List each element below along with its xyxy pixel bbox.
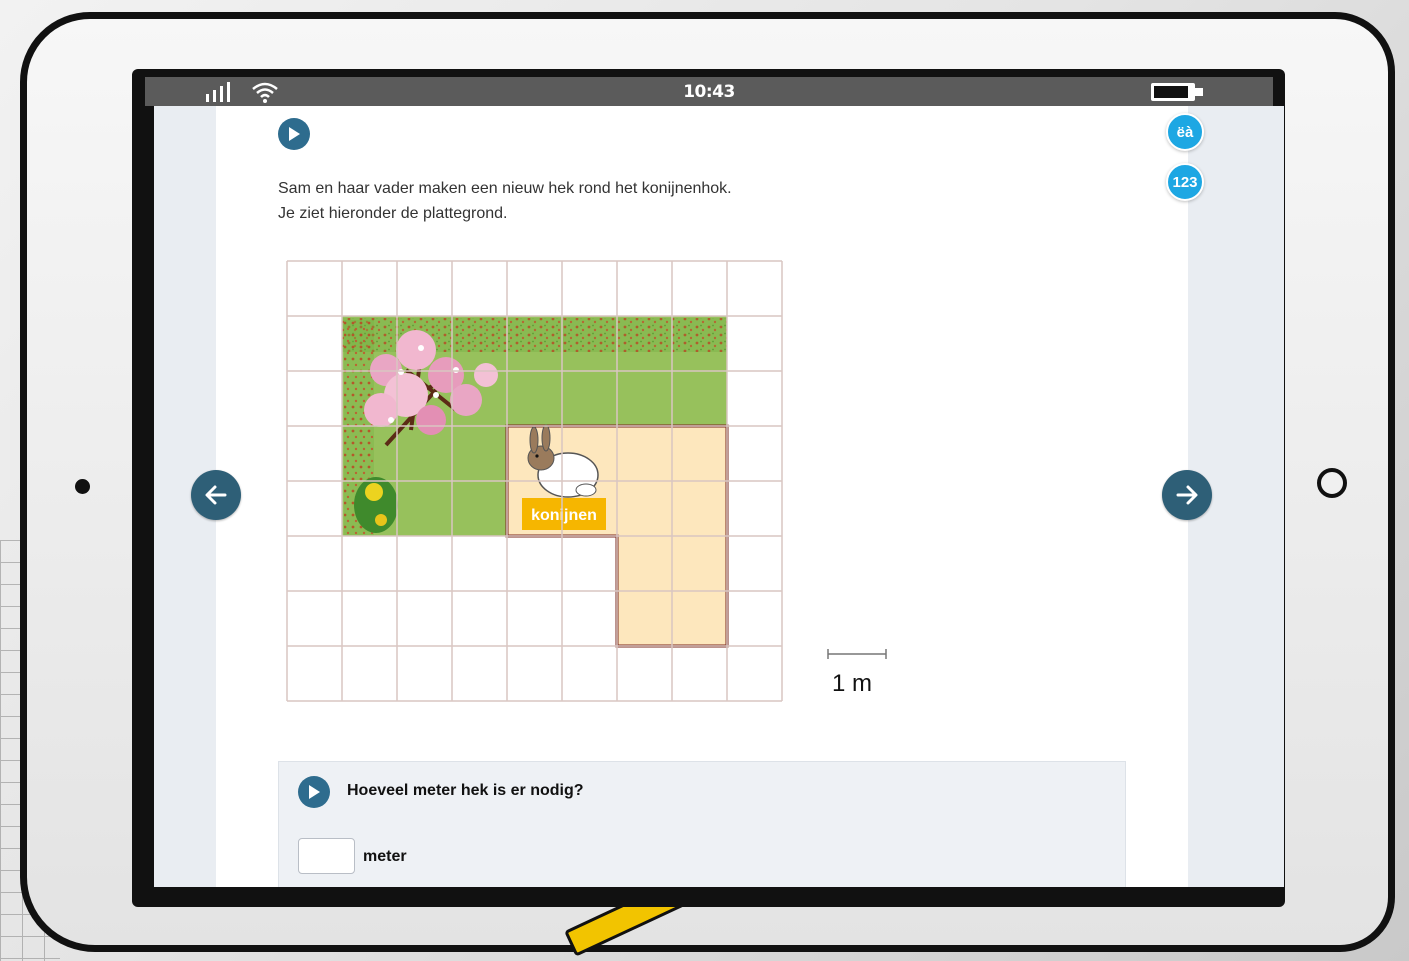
question-audio-button[interactable] (298, 776, 330, 808)
scale-bar (826, 647, 888, 666)
map-label: konijnen (531, 507, 597, 524)
intro-line-1: Sam en haar vader maken een nieuw hek ro… (278, 180, 732, 197)
flower-bush (354, 477, 398, 533)
app-screen: Sam en haar vader maken een nieuw hek ro… (154, 106, 1284, 887)
status-time: 10:43 (683, 82, 735, 102)
play-icon (289, 127, 300, 141)
tablet-home-button (1317, 468, 1347, 498)
question-box: Hoeveel meter hek is er nodig? meter (278, 761, 1126, 887)
numbers-tool-button[interactable]: 123 (1166, 163, 1204, 201)
answer-input[interactable] (298, 838, 355, 874)
language-tool-button[interactable]: ëà (1166, 113, 1204, 151)
content-panel: Sam en haar vader maken een nieuw hek ro… (216, 106, 1188, 887)
tablet-camera (75, 479, 90, 494)
intro-line-2: Je ziet hieronder de plattegrond. (278, 205, 508, 222)
exercise-intro: Sam en haar vader maken een nieuw hek ro… (278, 176, 732, 226)
intro-audio-button[interactable] (278, 118, 310, 150)
arrow-left-icon (205, 485, 227, 505)
scale-label: 1 m (832, 670, 873, 697)
floor-plan: konijnen (286, 260, 786, 715)
status-bar: 10:43 (145, 77, 1273, 106)
previous-button[interactable] (191, 470, 241, 520)
next-button[interactable] (1162, 470, 1212, 520)
battery-icon (1150, 81, 1206, 108)
question-text: Hoeveel meter hek is er nodig? (347, 782, 584, 799)
floor-plan-graphic: konijnen (286, 260, 786, 710)
arrow-right-icon (1176, 485, 1198, 505)
answer-unit: meter (363, 848, 407, 865)
play-icon (309, 785, 320, 799)
